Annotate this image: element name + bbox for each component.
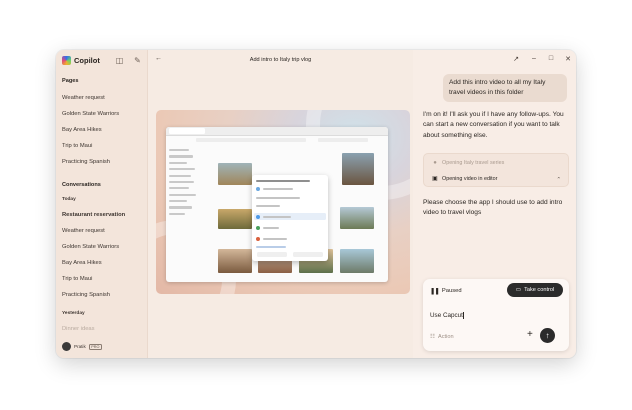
dialog-text-line [256,205,280,207]
user-message: Add this intro video to all my Italy tra… [443,74,567,102]
open-with-dialog [252,175,328,261]
task-steps: ● Opening Italy travel series ▣ Opening … [423,153,569,187]
maximize-icon[interactable]: □ [546,55,556,62]
add-icon[interactable]: + [527,330,533,340]
today-label: Today [62,197,76,202]
action-icon: ☷ [430,334,436,340]
photo-thumbnail [218,209,252,229]
explorer-search-box [318,138,368,142]
conversations-heading: Conversations [62,182,101,188]
task-step-label: Opening video in editor [442,175,498,182]
sidebar-toggle-icon[interactable]: ◫ [114,55,125,66]
app-name: Copilot [74,56,100,65]
dialog-link-line [256,246,286,248]
minimize-icon[interactable]: – [529,55,539,62]
conversation-item[interactable]: Practicing Spanish [62,292,110,298]
dialog-button [293,252,323,257]
composer: ❚❚ Paused ▭ Take control Use Capcut ☷ Ac… [423,279,569,351]
user-name: Pratik [74,344,86,349]
app-option-icon [256,214,260,219]
desktop-preview[interactable] [156,110,410,294]
photo-thumbnail [342,153,374,185]
copilot-logo-icon [62,56,71,65]
action-label: Action [438,334,454,340]
video-icon: ▣ [432,176,438,182]
sidebar-page-item[interactable]: Golden State Warriors [62,111,119,117]
explorer-address-bar [196,138,306,142]
conversation-item[interactable]: Golden State Warriors [62,244,119,250]
new-chat-icon[interactable]: ✎ [132,55,143,66]
app-option-icon [256,237,260,241]
sidebar-page-item[interactable]: Practicing Spanish [62,159,110,165]
sidebar-page-item[interactable]: Weather request [62,95,105,101]
sidebar-page-item[interactable]: Bay Area Hikes [62,127,102,133]
message-input-value: Use Capcut [430,312,463,320]
paused-label: Paused [441,288,462,294]
explorer-nav-pane [169,149,207,219]
chat-panel: ↗ – □ ✕ Add this intro video to all my I… [413,50,576,358]
file-explorer-window [166,127,388,282]
task-step-active: ▣ Opening video in editor [432,175,498,183]
avatar [62,342,71,351]
sidebar: Copilot ◫ ✎ Pages Weather request Golden… [56,50,148,358]
dialog-title-line [256,180,310,182]
app-option-line [263,238,287,240]
photo-thumbnail [218,163,252,185]
dialog-button [257,252,287,257]
message-input[interactable]: Use Capcut [430,312,464,319]
task-step-label: Opening Italy travel series [442,160,505,166]
assistant-reply: I'm on it! I'll ask you if I have any fo… [423,111,564,139]
conversation-item[interactable]: Weather request [62,228,105,234]
pro-badge: PRO [88,343,102,350]
chevron-up-icon[interactable]: ⌃ [556,177,561,183]
task-title: Add intro to Italy trip vlog [249,57,312,63]
photo-thumbnail [340,249,374,273]
popout-icon[interactable]: ↗ [511,55,521,63]
dot-icon: ● [433,160,437,166]
explorer-titlebar [166,127,388,136]
conversation-item[interactable]: Dinner ideas [62,326,95,332]
paused-status: ❚❚ Paused [430,287,462,295]
send-button[interactable]: ↑ [540,328,555,343]
action-selector[interactable]: ☷ Action [430,334,454,340]
text-caret [463,312,464,319]
user-profile[interactable]: Pratik PRO [62,342,102,351]
pause-icon: ❚❚ [430,288,440,295]
app-brand: Copilot [62,56,100,65]
screen-icon: ▭ [515,287,522,293]
app-option-line [263,227,279,229]
copilot-window: Copilot ◫ ✎ Pages Weather request Golden… [56,50,576,358]
pages-heading: Pages [62,78,79,84]
assistant-reply: Please choose the app I should use to ad… [423,199,563,217]
main-panel: ← Add intro to Italy trip vlog [148,50,413,358]
close-icon[interactable]: ✕ [563,55,573,63]
conversation-item[interactable]: Trip to Maui [62,276,92,282]
dialog-text-line [256,197,300,199]
conversation-item[interactable]: Bay Area Hikes [62,260,102,266]
take-control-label: Take control [524,287,555,293]
take-control-button[interactable]: ▭ Take control [507,283,563,297]
app-option-line [263,188,293,190]
conversation-item-active[interactable]: Restaurant reservation [62,212,125,218]
photo-thumbnail [340,207,374,229]
photo-thumbnail [218,249,252,273]
sidebar-page-item[interactable]: Trip to Maui [62,143,92,149]
explorer-tab [169,128,205,134]
app-option-icon [256,187,260,191]
yesterday-label: Yesterday [62,311,85,316]
task-step-done: ● Opening Italy travel series [432,160,504,166]
app-option-icon [256,226,260,230]
app-option-line [263,215,291,218]
